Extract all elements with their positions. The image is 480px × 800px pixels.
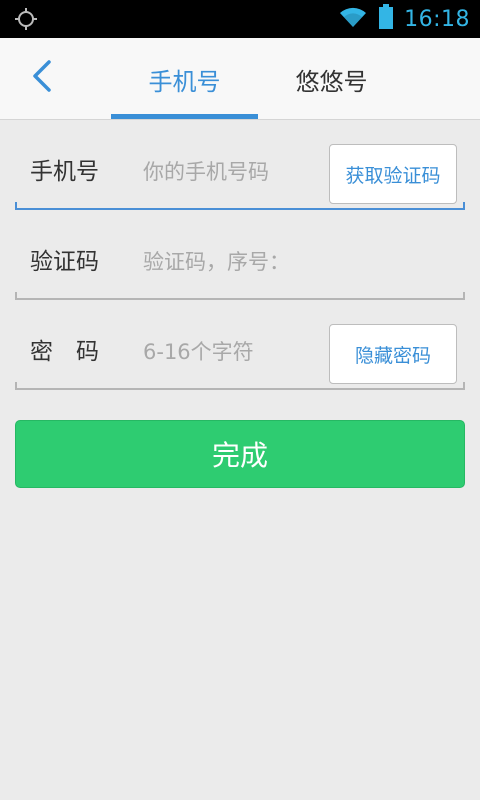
code-input[interactable] — [143, 234, 443, 290]
password-row: 密 码 隐藏密码 — [15, 324, 465, 390]
gps-icon — [14, 7, 38, 31]
submit-button[interactable]: 完成 — [15, 420, 465, 488]
header-bar: 手机号 悠悠号 — [0, 38, 480, 120]
phone-row: 手机号 获取验证码 — [15, 144, 465, 210]
code-underline — [15, 292, 465, 300]
active-tab-indicator — [111, 114, 258, 119]
chevron-left-icon — [31, 59, 53, 97]
status-bar: 16:18 — [0, 0, 480, 38]
back-button[interactable] — [22, 56, 62, 100]
tab-yoyo-id[interactable]: 悠悠号 — [258, 38, 405, 120]
status-icons: 16:18 — [338, 4, 470, 34]
phone-input[interactable] — [143, 144, 323, 200]
password-input[interactable] — [143, 324, 323, 380]
wifi-icon — [338, 5, 368, 33]
hide-password-button[interactable]: 隐藏密码 — [329, 324, 457, 384]
password-label: 密 码 — [30, 339, 99, 365]
phone-label: 手机号 — [30, 159, 99, 185]
tab-phone[interactable]: 手机号 — [111, 38, 258, 120]
code-label: 验证码 — [30, 249, 99, 275]
password-underline — [15, 382, 465, 390]
get-code-button[interactable]: 获取验证码 — [329, 144, 457, 204]
clock: 16:18 — [404, 6, 470, 32]
phone-underline — [15, 202, 465, 210]
code-row: 验证码 — [15, 234, 465, 300]
battery-icon — [378, 4, 394, 34]
